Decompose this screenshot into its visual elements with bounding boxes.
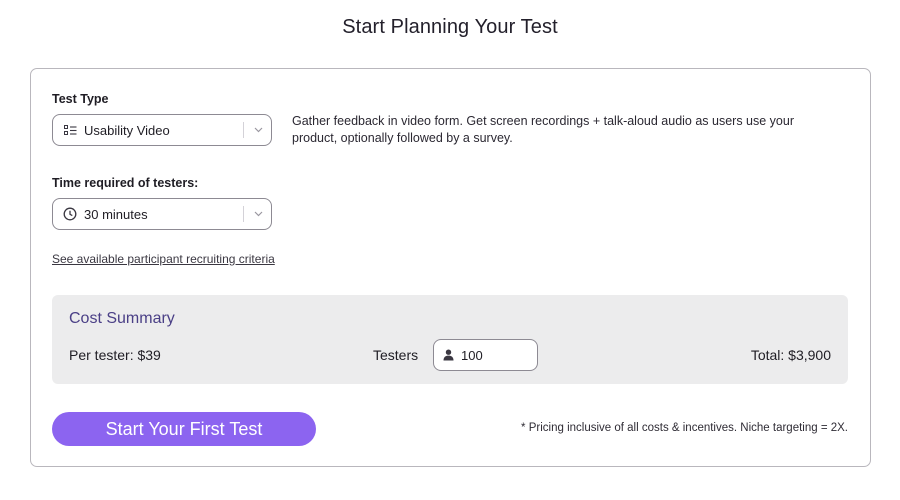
time-required-value: 30 minutes xyxy=(84,206,148,222)
cost-summary-title: Cost Summary xyxy=(69,310,175,327)
per-tester-cost: Per tester: $39 xyxy=(69,347,161,363)
page-title: Start Planning Your Test xyxy=(342,16,558,38)
test-type-label: Test Type xyxy=(52,92,109,106)
time-required-label: Time required of testers: xyxy=(52,176,199,190)
clock-icon xyxy=(62,206,78,222)
select-divider xyxy=(243,122,244,138)
select-divider xyxy=(243,206,244,222)
list-icon xyxy=(62,122,78,138)
test-planner-card: Test Type Usability Video Gather feedbac… xyxy=(30,68,871,467)
time-required-select[interactable]: 30 minutes xyxy=(52,198,272,230)
pricing-note: * Pricing inclusive of all costs & incen… xyxy=(521,422,848,434)
total-cost: Total: $3,900 xyxy=(750,347,831,363)
start-first-test-button[interactable]: Start Your First Test xyxy=(52,412,316,446)
testers-count-input[interactable]: 100 xyxy=(433,339,538,371)
cost-summary-panel: Cost Summary Per tester: $39 Testers 100… xyxy=(52,295,848,384)
chevron-down-icon[interactable] xyxy=(250,122,266,138)
test-type-select[interactable]: Usability Video xyxy=(52,114,272,146)
recruiting-criteria-link[interactable]: See available participant recruiting cri… xyxy=(52,252,275,266)
testers-count-value: 100 xyxy=(461,347,483,363)
test-type-value: Usability Video xyxy=(84,122,170,138)
testers-label: Testers xyxy=(373,347,419,363)
chevron-down-icon[interactable] xyxy=(250,206,266,222)
test-type-description: Gather feedback in video form. Get scree… xyxy=(292,114,795,145)
person-icon xyxy=(441,348,455,362)
